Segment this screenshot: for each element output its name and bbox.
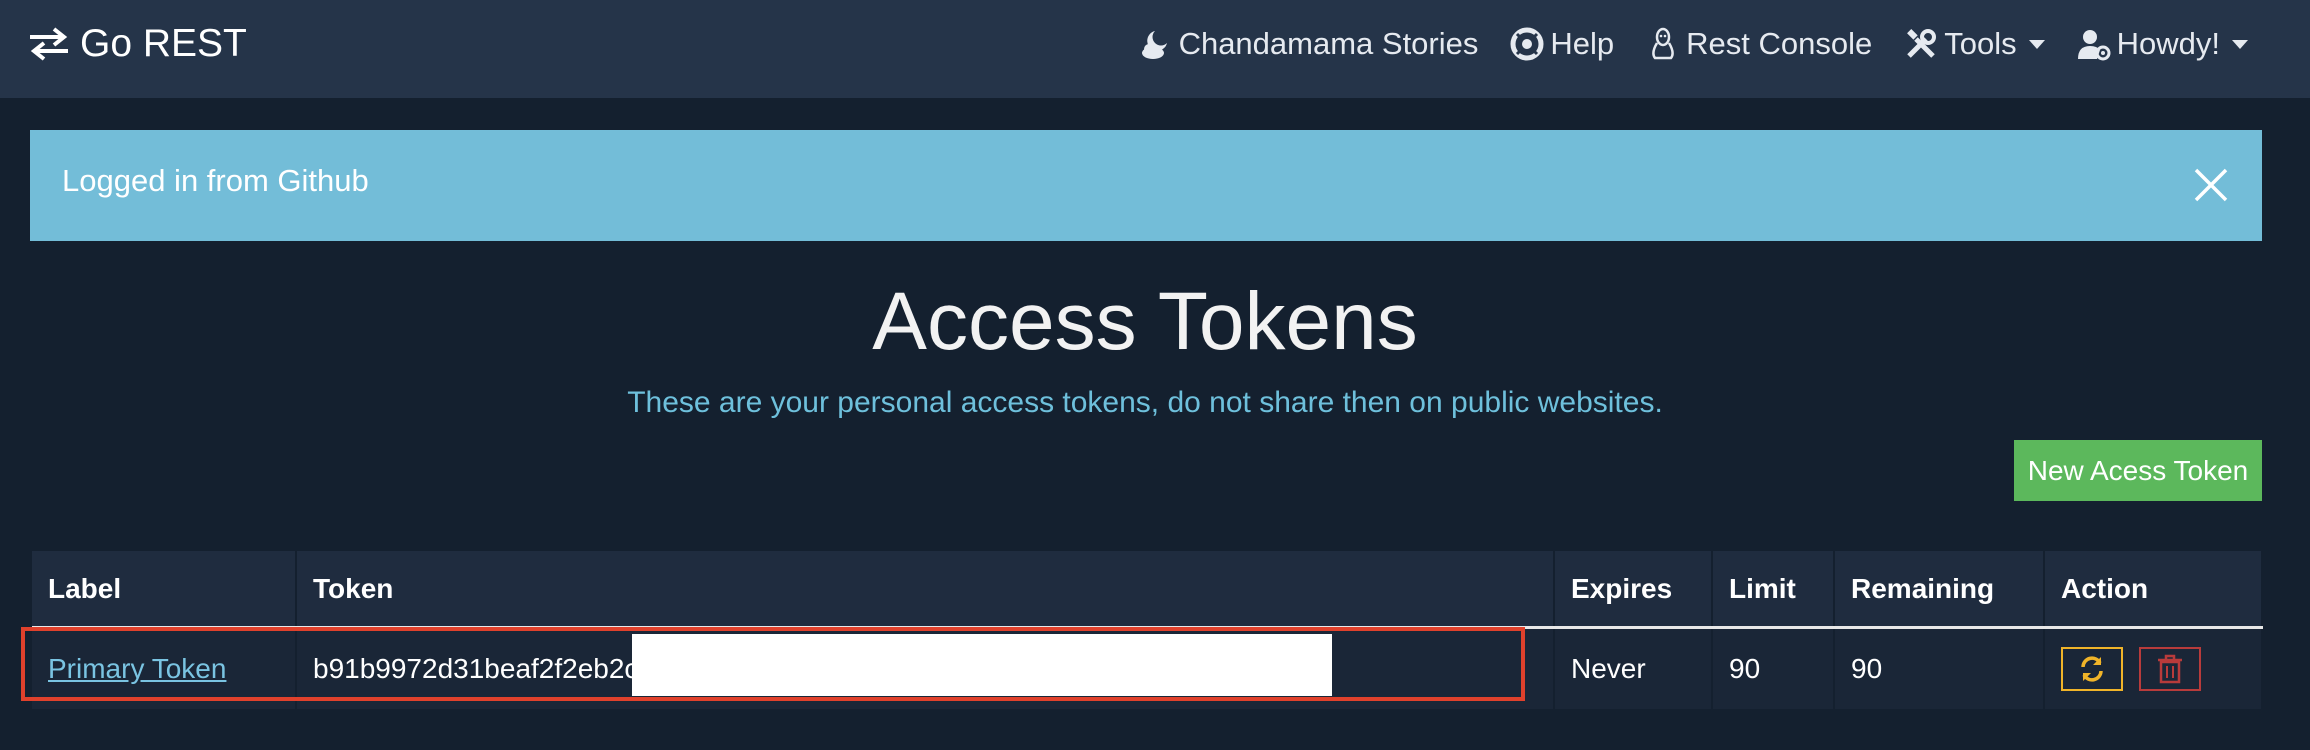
chevron-down-icon	[2232, 39, 2248, 49]
new-access-token-button[interactable]: New Acess Token	[2014, 440, 2262, 501]
close-icon[interactable]	[2188, 162, 2234, 208]
cell-limit: 90	[1712, 627, 1835, 709]
refresh-icon	[2081, 656, 2103, 682]
login-alert: Logged in from Github	[30, 130, 2262, 241]
column-header-label: Label	[32, 551, 297, 629]
cell-remaining: 90	[1834, 627, 2045, 709]
nav-item-help[interactable]: Help	[1510, 26, 1614, 62]
trash-icon	[2158, 654, 2182, 684]
brand-name: Go REST	[80, 22, 247, 65]
token-label-link[interactable]: Primary Token	[48, 653, 226, 684]
nav-label-tools: Tools	[1944, 26, 2017, 61]
regenerate-token-button[interactable]	[2061, 647, 2123, 691]
linux-icon	[1652, 27, 1674, 60]
cell-label: Primary Token	[32, 627, 297, 709]
navbar: Go REST Chandamama Stories Help Rest Con…	[0, 0, 2310, 98]
cell-expires: Never	[1554, 627, 1713, 709]
nav-item-tools[interactable]: Tools	[1904, 26, 2045, 62]
column-header-expires: Expires	[1554, 551, 1713, 629]
moon-cloud-icon	[1141, 31, 1167, 59]
nav-item-rest-console[interactable]: Rest Console	[1646, 26, 1872, 62]
nav-label-help: Help	[1550, 26, 1615, 61]
alert-message: Logged in from Github	[62, 163, 369, 198]
nav-item-chandamama-stories[interactable]: Chandamama Stories	[1139, 26, 1479, 62]
nav-menu: Chandamama Stories Help Rest Console Too…	[1139, 20, 2248, 68]
nav-label-chandamama-stories: Chandamama Stories	[1178, 26, 1479, 61]
chevron-down-icon	[2028, 39, 2045, 49]
delete-token-button[interactable]	[2139, 647, 2201, 691]
life-ring-icon	[1510, 27, 1544, 61]
token-redaction-block	[632, 634, 1332, 696]
cell-action	[2044, 627, 2263, 709]
page-subtitle: These are your personal access tokens, d…	[627, 386, 1663, 419]
page-title: Access Tokens	[872, 276, 1418, 367]
user-cog-icon	[2077, 30, 2111, 61]
column-header-action: Action	[2044, 551, 2263, 629]
column-header-limit: Limit	[1712, 551, 1835, 629]
table-header-row: Label Token Expires Limit Remaining Acti…	[32, 551, 2263, 629]
column-header-remaining: Remaining	[1834, 551, 2045, 629]
column-header-token: Token	[296, 551, 1555, 629]
exchange-arrows-icon	[30, 27, 68, 61]
token-value: b91b9972d31beaf2f2eb2c	[313, 653, 639, 684]
action-buttons	[2061, 629, 2261, 709]
nav-label-rest-console: Rest Console	[1686, 26, 1873, 61]
nav-item-howdy[interactable]: Howdy!	[2077, 26, 2248, 62]
brand-link[interactable]: Go REST	[28, 20, 247, 68]
nav-label-howdy: Howdy!	[2116, 26, 2220, 61]
tools-icon	[1907, 29, 1937, 58]
